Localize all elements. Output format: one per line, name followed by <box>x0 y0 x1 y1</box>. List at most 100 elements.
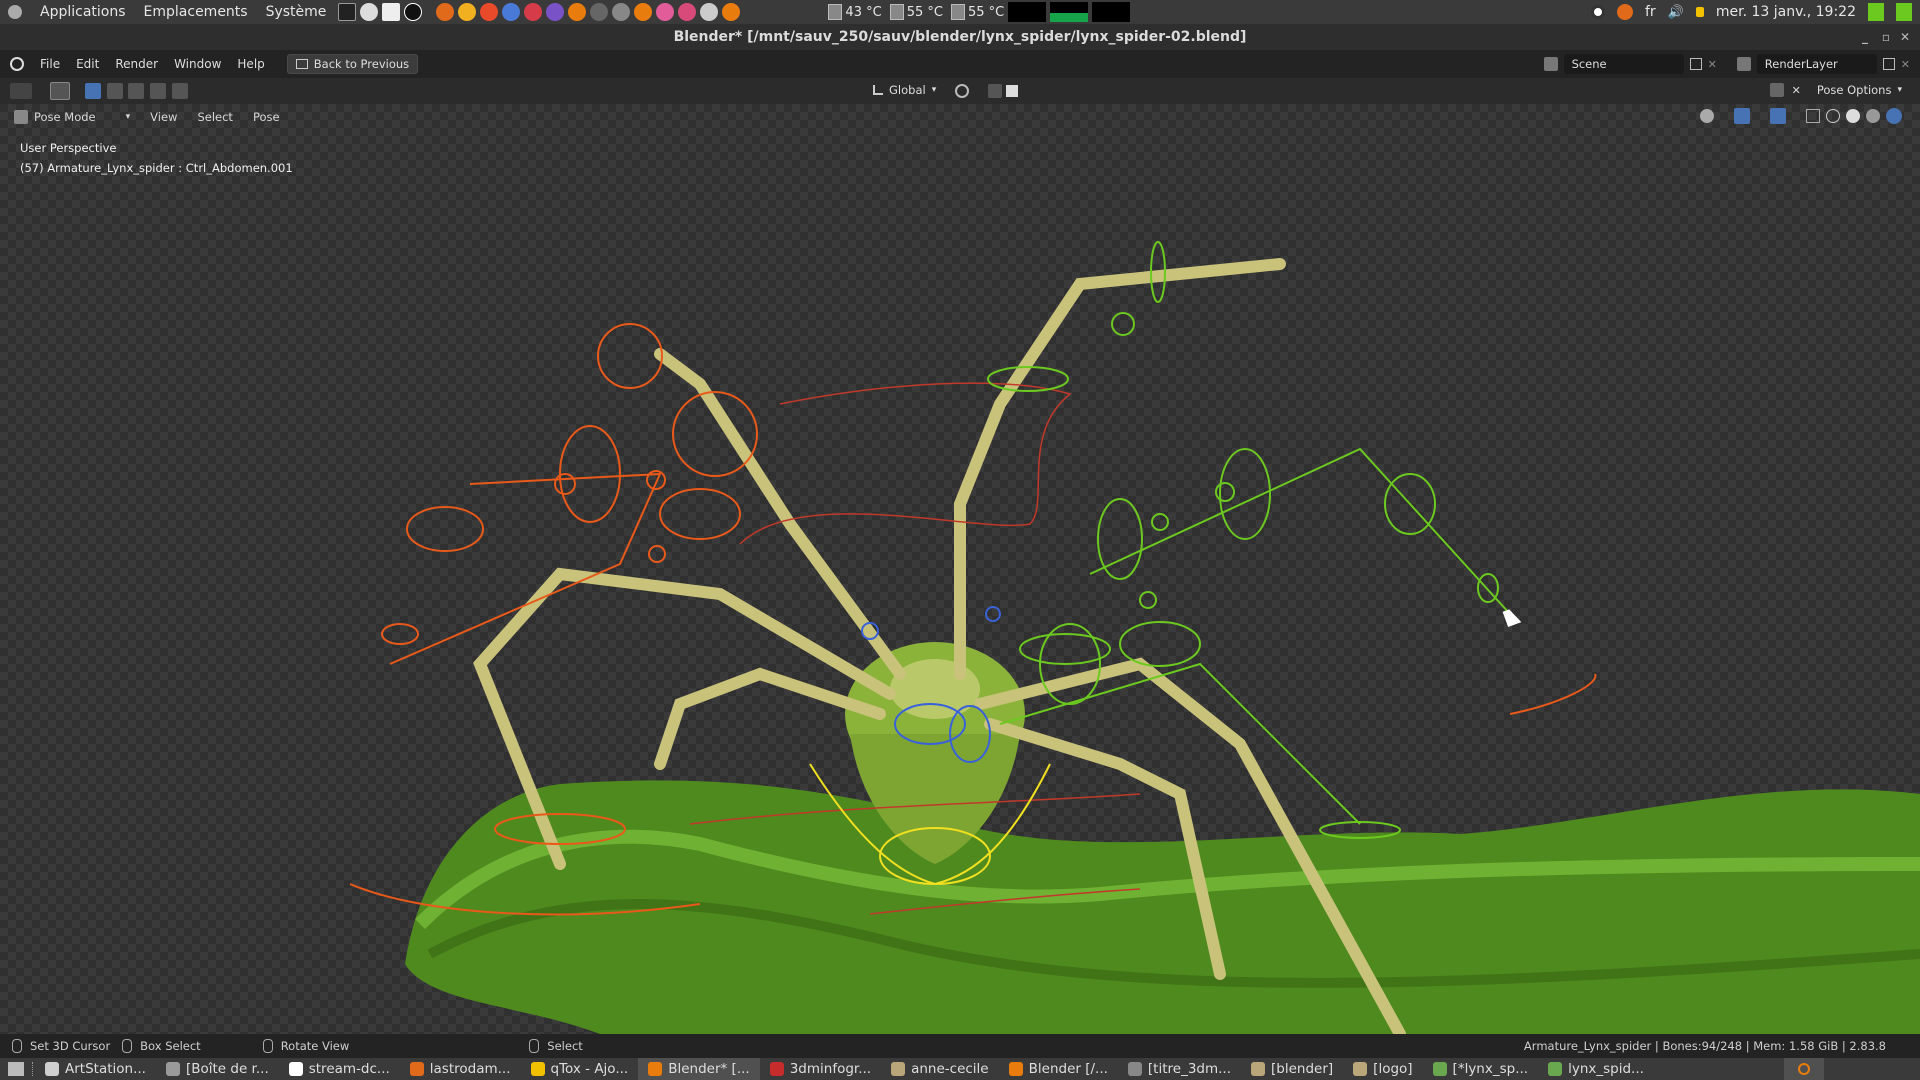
delete-scene-icon[interactable]: ✕ <box>1708 58 1717 71</box>
scene-icon[interactable] <box>1543 57 1558 71</box>
taskbar-task[interactable]: Blender [/... <box>999 1058 1118 1080</box>
editor-type-icon[interactable] <box>10 83 32 99</box>
select-invert-icon[interactable] <box>149 83 166 99</box>
taskbar-task[interactable]: qTox - Ajo... <box>521 1058 639 1080</box>
pivot-point-icon[interactable] <box>955 84 969 98</box>
menu-file[interactable]: File <box>32 57 68 71</box>
new-scene-icon[interactable] <box>1689 58 1702 70</box>
maximize-button[interactable]: ▫ <box>1882 24 1890 50</box>
taskbar-task[interactable]: [*lynx_sp... <box>1423 1058 1539 1080</box>
places-menu[interactable]: Emplacements <box>144 4 248 20</box>
app-launcher-icon[interactable] <box>678 3 697 21</box>
app-launcher-icon[interactable] <box>458 3 477 21</box>
delete-view-layer-icon[interactable]: ✕ <box>1901 58 1910 71</box>
taskbar-task[interactable]: stream-dc... <box>279 1058 400 1080</box>
keyboard-layout[interactable]: fr <box>1645 4 1656 20</box>
visibility-icon[interactable] <box>1700 109 1714 123</box>
firefox-icon[interactable] <box>480 3 499 21</box>
select-intersect-icon[interactable] <box>171 83 188 99</box>
record-icon[interactable] <box>1591 5 1605 19</box>
select-subtract-icon[interactable] <box>128 83 145 99</box>
select-tool-icon[interactable] <box>50 82 70 100</box>
scene-field[interactable]: Scene <box>1563 54 1684 74</box>
snap-target-icon[interactable] <box>1006 85 1018 97</box>
taskbar-task[interactable]: [titre_3dm... <box>1118 1058 1241 1080</box>
taskbar-task[interactable]: anne-cecile <box>881 1058 999 1080</box>
mirror-icon[interactable] <box>1769 83 1784 97</box>
blender-icon[interactable] <box>634 3 653 21</box>
select-extend-icon[interactable] <box>106 83 123 99</box>
close-button[interactable]: ✕ <box>1900 24 1910 50</box>
viewport-scene[interactable] <box>0 104 1920 1034</box>
solid-shading-icon[interactable] <box>1846 109 1860 123</box>
menu-view[interactable]: View <box>150 110 177 124</box>
taskbar-task[interactable]: 3dminfogr... <box>760 1058 881 1080</box>
rendered-shading-icon[interactable] <box>1886 108 1902 124</box>
gizmo-toggle-icon[interactable] <box>1734 108 1750 124</box>
material-shading-icon[interactable] <box>1866 109 1880 123</box>
memory-graph <box>1050 2 1089 22</box>
orientation-icon <box>873 85 883 95</box>
menu-edit[interactable]: Edit <box>68 57 107 71</box>
browser-icon[interactable] <box>360 3 379 21</box>
hint-rotate-view: Rotate View <box>280 1039 350 1053</box>
back-to-previous-button[interactable]: Back to Previous <box>286 54 419 74</box>
blender-logo-icon[interactable] <box>10 57 24 71</box>
menu-help[interactable]: Help <box>229 57 272 71</box>
app-launcher-icon[interactable] <box>590 3 609 21</box>
taskbar-task[interactable]: Blender* [... <box>638 1058 760 1080</box>
transform-orientation-dropdown[interactable]: Global ▾ <box>865 81 945 99</box>
terminal-icon[interactable] <box>338 3 357 21</box>
taskbar-task[interactable]: lynx_spid... <box>1538 1058 1654 1080</box>
app-launcher-icon[interactable] <box>524 3 543 21</box>
taskbar-task[interactable]: [logo] <box>1343 1058 1422 1080</box>
taskbar-task[interactable]: lastrodam... <box>400 1058 521 1080</box>
app-indicator-icon[interactable] <box>1617 4 1633 20</box>
lock-icon[interactable] <box>1695 7 1704 17</box>
mode-dropdown[interactable]: Pose Mode ▾ <box>34 110 130 124</box>
app-launcher-icon[interactable] <box>700 3 719 21</box>
minimize-button[interactable]: _ <box>1862 24 1868 50</box>
task-label: [Boîte de r... <box>185 1061 269 1077</box>
app-icon <box>288 1062 303 1076</box>
app-launcher-icon[interactable] <box>612 3 631 21</box>
menu-render[interactable]: Render <box>107 57 166 71</box>
gnome-foot-icon[interactable] <box>8 5 22 19</box>
steam-icon[interactable] <box>404 3 423 21</box>
taskbar-task[interactable]: [blender] <box>1241 1058 1343 1080</box>
system-menu[interactable]: Système <box>266 4 327 20</box>
select-new-icon[interactable] <box>85 83 101 99</box>
3d-viewport[interactable] <box>0 104 1920 1034</box>
indicator-icon[interactable] <box>1868 3 1884 21</box>
xray-toggle-icon[interactable] <box>1806 109 1820 123</box>
app-launcher-icon[interactable] <box>546 3 565 21</box>
blender-icon[interactable] <box>722 3 741 21</box>
indicator-icon[interactable] <box>1896 3 1912 21</box>
document-icon[interactable] <box>382 3 401 21</box>
menu-window[interactable]: Window <box>166 57 229 71</box>
task-label: lastrodam... <box>429 1061 511 1077</box>
menu-pose[interactable]: Pose <box>253 110 280 124</box>
taskbar-task[interactable]: [Boîte de r... <box>156 1058 279 1080</box>
close-icon[interactable]: ✕ <box>1792 84 1801 97</box>
blender-icon[interactable] <box>568 3 587 21</box>
blender-logo-icon <box>1798 1063 1810 1075</box>
wireframe-shading-icon[interactable] <box>1826 109 1840 123</box>
applications-menu[interactable]: Applications <box>40 4 126 20</box>
app-launcher-icon[interactable] <box>656 3 675 21</box>
render-layer-field[interactable]: RenderLayer <box>1756 54 1877 74</box>
chromium-icon[interactable] <box>502 3 521 21</box>
show-desktop-icon[interactable] <box>8 1062 24 1076</box>
menu-select[interactable]: Select <box>197 110 232 124</box>
task-label: ArtStation... <box>65 1061 146 1077</box>
clock[interactable]: mer. 13 janv., 19:22 <box>1716 4 1856 20</box>
volume-icon[interactable]: 🔊 <box>1668 5 1684 20</box>
taskbar-task[interactable]: ArtStation... <box>35 1058 156 1080</box>
view-layer-icon[interactable] <box>1736 57 1751 71</box>
snap-icon[interactable] <box>988 84 1002 98</box>
overlays-toggle-icon[interactable] <box>1770 108 1786 124</box>
pose-options-dropdown[interactable]: Pose Options ▾ <box>1808 81 1910 99</box>
blender-tray-icon[interactable] <box>1784 1058 1824 1080</box>
new-view-layer-icon[interactable] <box>1882 58 1895 70</box>
app-launcher-icon[interactable] <box>436 3 455 21</box>
